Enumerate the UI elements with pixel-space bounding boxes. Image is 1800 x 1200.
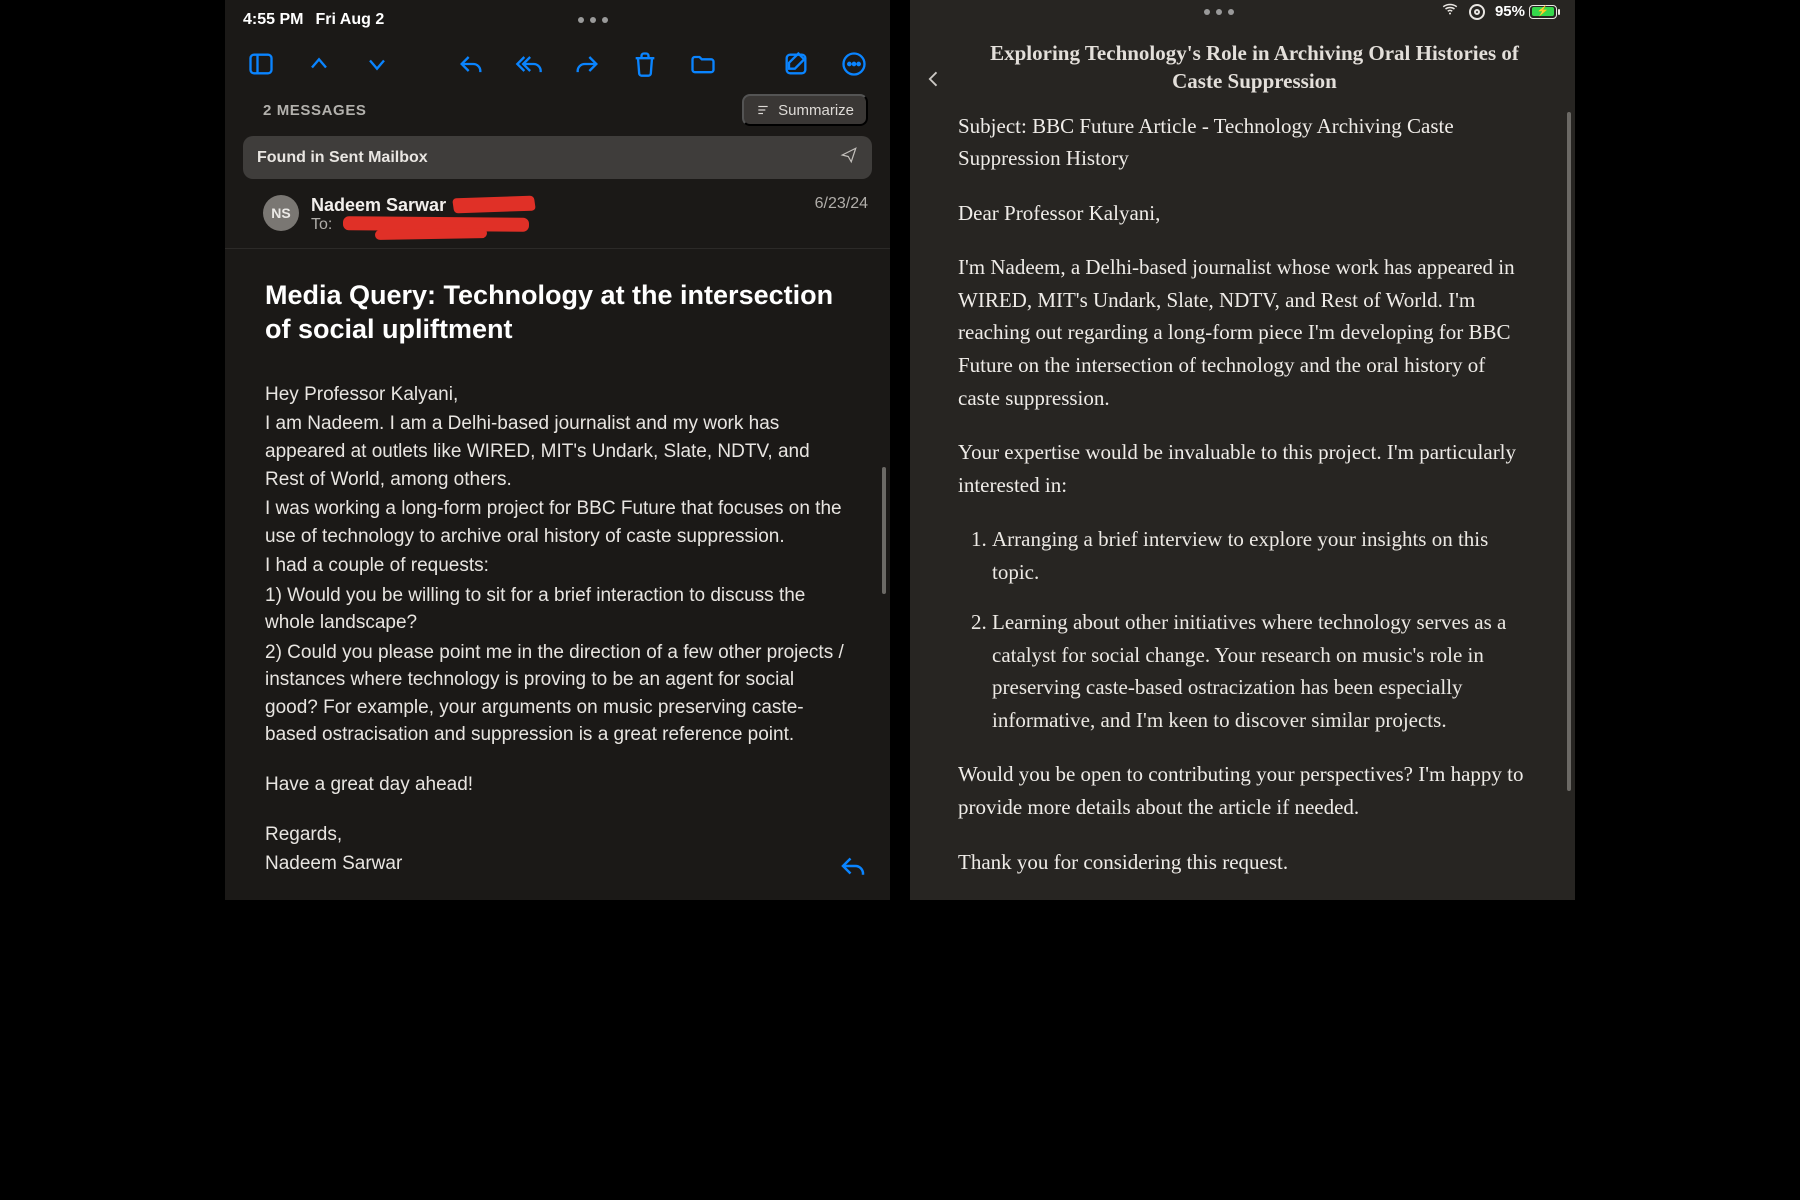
chat-p2: Your expertise would be invaluable to th… xyxy=(958,436,1527,501)
more-actions-icon[interactable] xyxy=(840,50,868,78)
claude-scrollbar[interactable] xyxy=(1567,80,1571,870)
prev-message-icon[interactable] xyxy=(305,50,333,78)
chat-list: Arranging a brief interview to explore y… xyxy=(958,523,1527,736)
trash-icon[interactable] xyxy=(631,50,659,78)
chat-p3: Would you be open to contributing your p… xyxy=(958,758,1527,823)
chat-p1: I'm Nadeem, a Delhi-based journalist who… xyxy=(958,251,1527,414)
email-p8: Nadeem Sarwar xyxy=(265,850,850,878)
chat-body[interactable]: Subject: BBC Future Article - Technology… xyxy=(910,104,1575,900)
mail-scrollbar[interactable] xyxy=(882,170,886,876)
status-bar-right: 95% ⚡ xyxy=(910,0,1575,23)
email-p6: Have a great day ahead! xyxy=(265,771,850,799)
compose-icon[interactable] xyxy=(782,50,810,78)
email-p3: I had a couple of requests: xyxy=(265,552,850,580)
next-message-icon[interactable] xyxy=(363,50,391,78)
messages-header: 2 MESSAGES Summarize xyxy=(225,88,890,136)
reply-all-icon[interactable] xyxy=(515,50,543,78)
reply-floating-icon[interactable] xyxy=(838,851,868,886)
move-to-folder-icon[interactable] xyxy=(689,50,717,78)
summarize-button[interactable]: Summarize xyxy=(742,94,868,126)
battery-indicator: 95% ⚡ xyxy=(1495,3,1557,20)
status-date: Fri Aug 2 xyxy=(315,11,384,29)
status-bar-left: 4:55 PM Fri Aug 2 xyxy=(225,0,890,41)
device-frame: { "status": { "time": "4:55 PM", "date":… xyxy=(225,0,1575,900)
chat-subject: Subject: BBC Future Article - Technology… xyxy=(958,110,1527,175)
email-p2: I was working a long-form project for BB… xyxy=(265,495,850,550)
email-p5: 2) Could you please point me in the dire… xyxy=(265,639,850,749)
sender-date: 6/23/24 xyxy=(815,195,868,213)
split-divider[interactable] xyxy=(890,0,910,900)
summarize-icon xyxy=(756,103,770,117)
mail-pane: 4:55 PM Fri Aug 2 xyxy=(225,0,890,900)
battery-percent: 95% xyxy=(1495,3,1525,20)
chat-title: Exploring Technology's Role in Archiving… xyxy=(910,23,1575,104)
forward-icon[interactable] xyxy=(573,50,601,78)
back-chevron-icon[interactable] xyxy=(924,64,944,99)
chat-li2: Learning about other initiatives where t… xyxy=(992,606,1527,736)
email-greeting: Hey Professor Kalyani, xyxy=(265,381,850,409)
multitask-dots-icon[interactable] xyxy=(578,17,608,23)
sender-row[interactable]: NS Nadeem Sarwar To: 6/23/24 xyxy=(225,179,890,249)
found-in-sent-banner[interactable]: Found in Sent Mailbox xyxy=(243,136,872,179)
email-p7: Regards, xyxy=(265,821,850,849)
status-when: 4:55 PM Fri Aug 2 xyxy=(243,11,384,29)
banner-label: Found in Sent Mailbox xyxy=(257,149,428,167)
mail-toolbar xyxy=(225,41,890,89)
sender-avatar: NS xyxy=(263,195,299,231)
email-p4: 1) Would you be willing to sit for a bri… xyxy=(265,582,850,637)
chat-greeting: Dear Professor Kalyani, xyxy=(958,197,1527,230)
email-body[interactable]: Media Query: Technology at the intersect… xyxy=(225,249,890,900)
messages-count: 2 MESSAGES xyxy=(263,102,367,119)
chat-p4: Thank you for considering this request. xyxy=(958,846,1527,879)
summarize-label: Summarize xyxy=(778,102,854,119)
sender-name: Nadeem Sarwar xyxy=(311,195,446,216)
sender-to: To: xyxy=(311,216,446,234)
email-p1: I am Nadeem. I am a Delhi-based journali… xyxy=(265,410,850,493)
multitask-dots-icon[interactable] xyxy=(1204,9,1234,15)
paper-plane-icon xyxy=(840,146,858,169)
reply-icon[interactable] xyxy=(457,50,485,78)
claude-pane: 95% ⚡ Exploring Technology's Role in Arc… xyxy=(910,0,1575,900)
chat-li1: Arranging a brief interview to explore y… xyxy=(992,523,1527,588)
sidebar-toggle-icon[interactable] xyxy=(247,50,275,78)
wifi-icon xyxy=(1441,0,1459,23)
email-subject: Media Query: Technology at the intersect… xyxy=(265,279,850,347)
settings-gear-icon xyxy=(1469,4,1485,20)
status-time: 4:55 PM xyxy=(243,11,303,29)
